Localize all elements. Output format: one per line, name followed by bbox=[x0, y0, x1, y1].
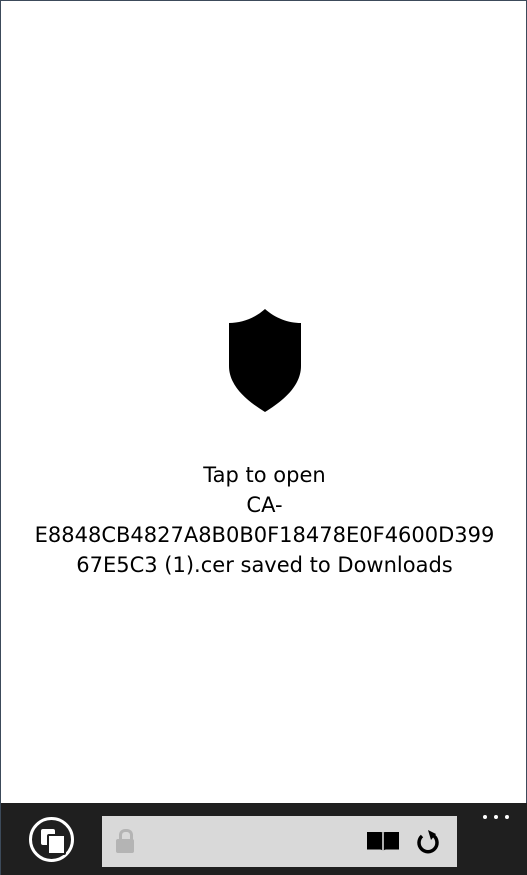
browser-window: Tap to open CA- E8848CB4827A8B0B0F18478E… bbox=[0, 0, 527, 875]
download-message-line3: E8848CB4827A8B0B0F18478E0F4600D399 bbox=[34, 523, 495, 547]
download-notification[interactable]: Tap to open CA- E8848CB4827A8B0B0F18478E… bbox=[1, 306, 527, 580]
address-bar[interactable] bbox=[102, 816, 457, 867]
more-button[interactable] bbox=[479, 807, 513, 827]
shield-icon bbox=[228, 309, 301, 412]
refresh-icon[interactable] bbox=[415, 829, 441, 855]
tabs-button[interactable] bbox=[29, 817, 74, 862]
download-message-line1: Tap to open bbox=[203, 463, 326, 487]
download-message-line2: CA- bbox=[246, 493, 283, 517]
download-message-line4: 67E5C3 (1).cer saved to Downloads bbox=[76, 553, 453, 577]
app-bar bbox=[1, 803, 527, 875]
page-content: Tap to open CA- E8848CB4827A8B0B0F18478E… bbox=[1, 1, 527, 803]
lock-icon bbox=[116, 829, 134, 853]
download-message: Tap to open CA- E8848CB4827A8B0B0F18478E… bbox=[1, 460, 527, 580]
reading-view-icon[interactable] bbox=[366, 830, 400, 852]
